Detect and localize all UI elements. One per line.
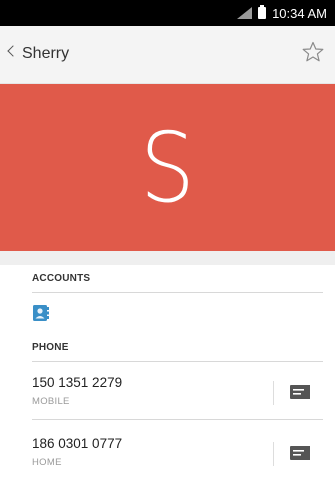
phone-type: MOBILE [32, 396, 70, 407]
message-button[interactable] [273, 436, 323, 472]
status-bar: 10:34 AM [0, 0, 335, 26]
contact-name: Sherry [22, 45, 70, 62]
phone-row-home[interactable]: 186 0301 0777 HOME [32, 436, 323, 486]
star-icon [302, 41, 324, 62]
message-icon [290, 446, 310, 460]
message-button[interactable] [273, 375, 323, 411]
accounts-section-label: ACCOUNTS [32, 273, 91, 284]
phone-number: 150 1351 2279 [32, 375, 123, 390]
contact-header: Sherry [0, 26, 335, 84]
contact-initial: S [140, 111, 195, 224]
phone-type: HOME [32, 457, 62, 468]
contact-photo-banner: S [0, 84, 335, 251]
account-contacts-icon[interactable] [32, 304, 50, 322]
signal-icon [237, 7, 253, 19]
button-separator [273, 381, 274, 405]
button-separator [273, 442, 274, 466]
divider [32, 292, 323, 293]
phone-row-mobile[interactable]: 150 1351 2279 MOBILE [32, 375, 323, 425]
divider [32, 419, 323, 420]
section-spacer [0, 251, 335, 265]
back-button[interactable]: Sherry [0, 26, 110, 84]
favorite-button[interactable] [301, 40, 325, 64]
phone-section-label: PHONE [32, 342, 69, 353]
battery-icon [258, 5, 267, 19]
status-time: 10:34 AM [272, 5, 327, 21]
divider [32, 361, 323, 362]
phone-number: 186 0301 0777 [32, 436, 123, 451]
message-icon [290, 385, 310, 399]
chevron-left-icon [7, 45, 19, 57]
status-icons: 10:34 AM [237, 0, 327, 26]
